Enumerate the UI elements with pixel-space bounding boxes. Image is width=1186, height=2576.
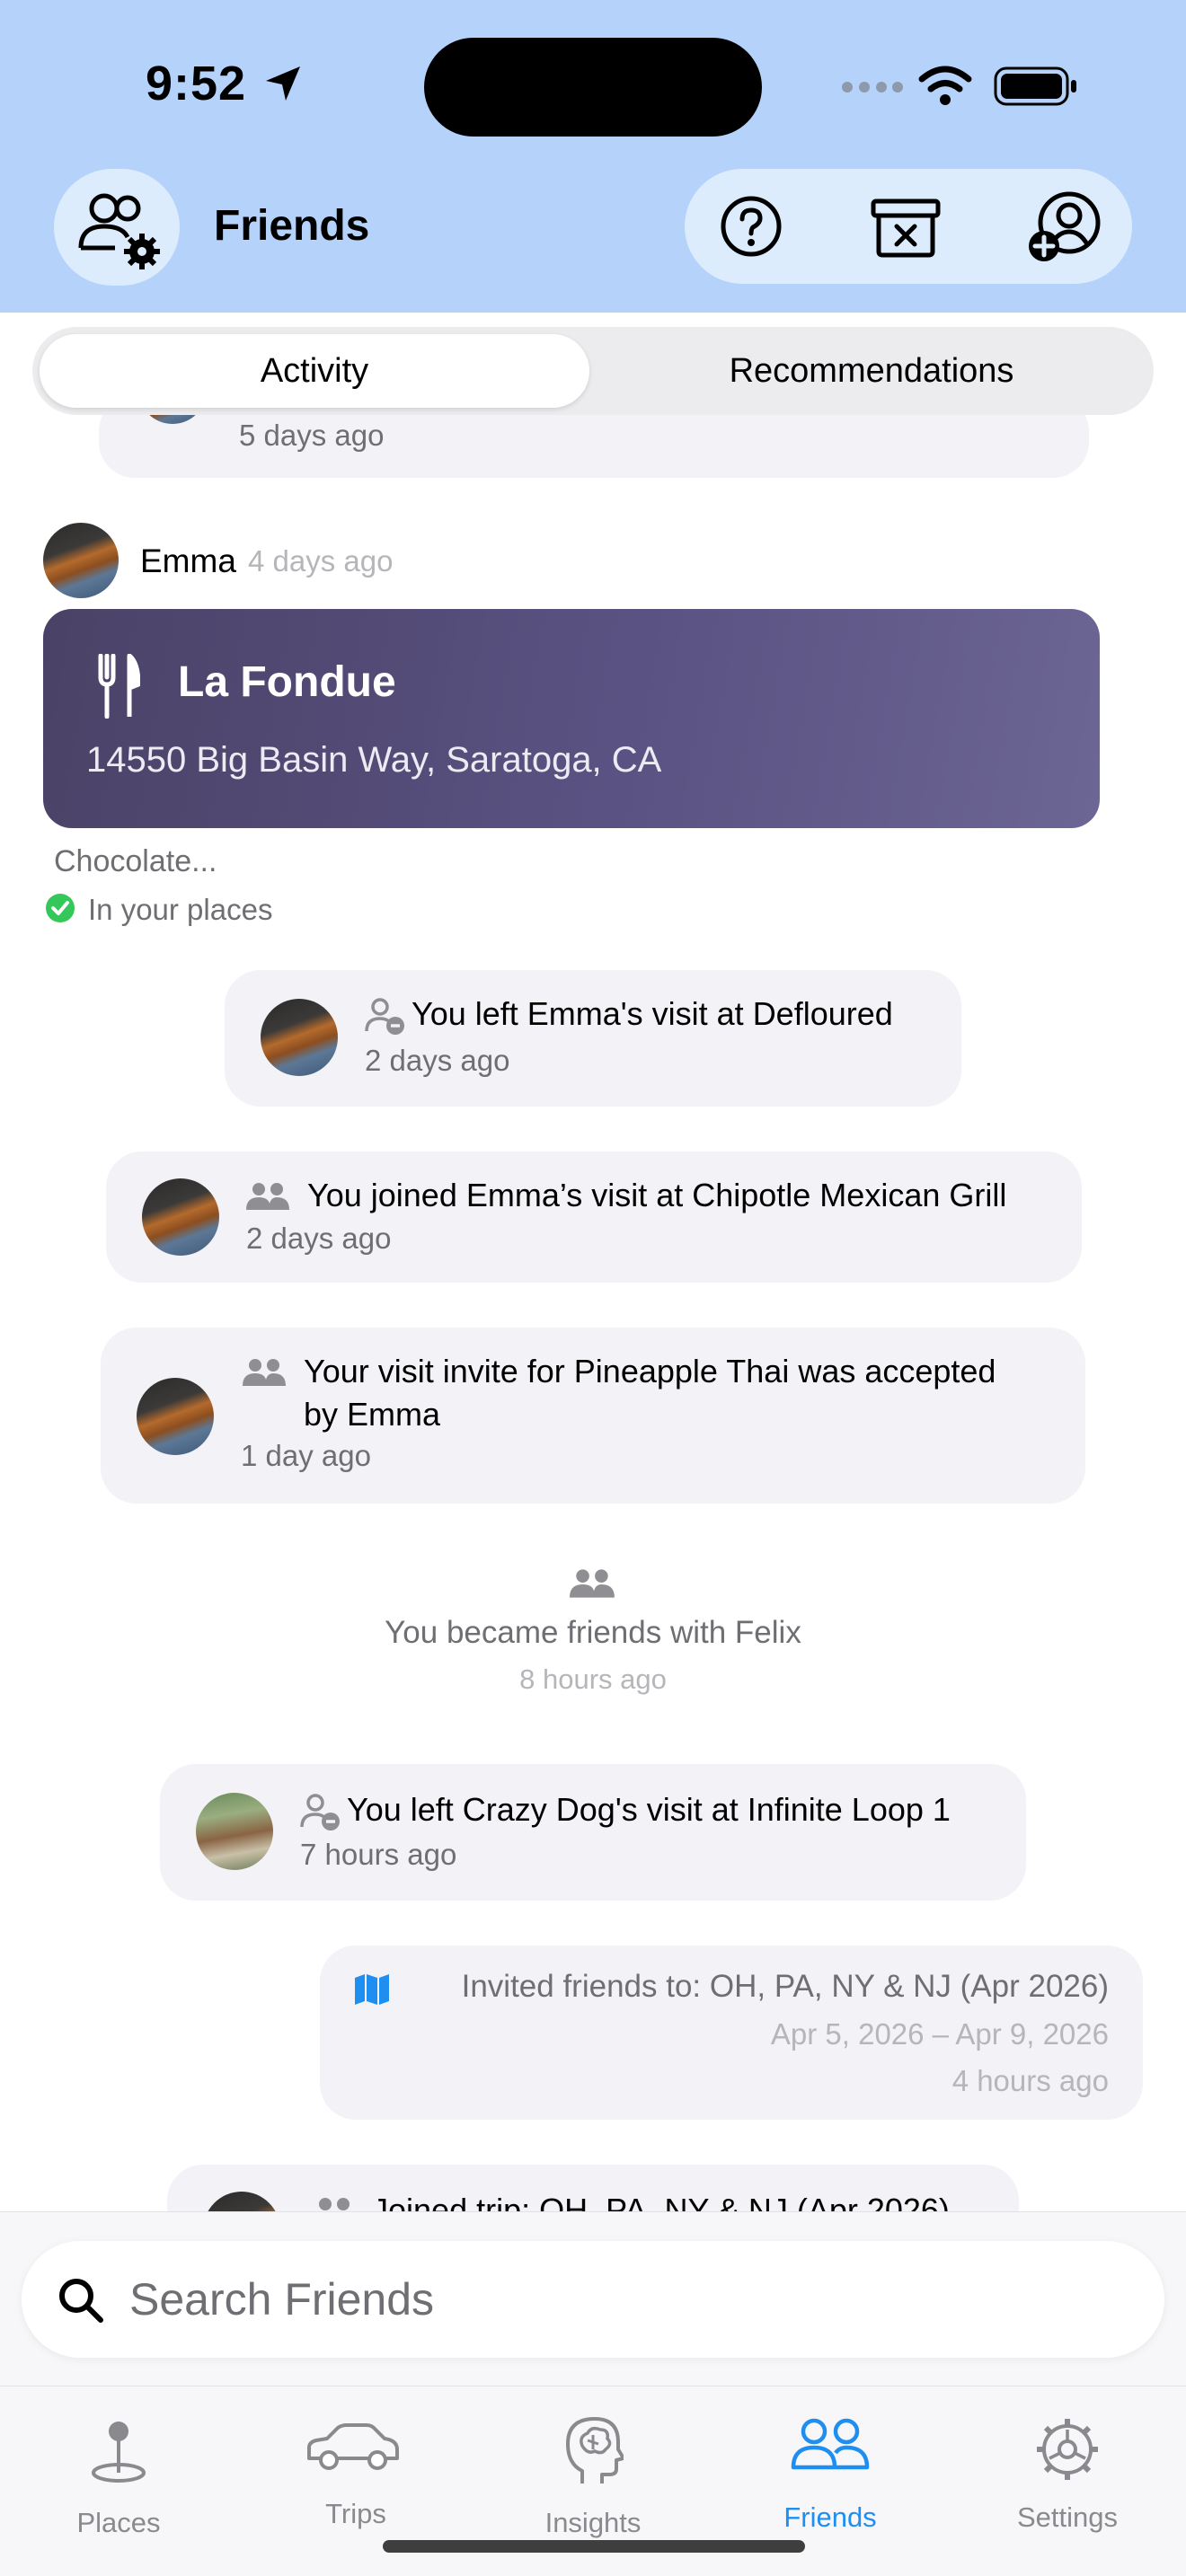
tab-label: Insights (544, 2507, 642, 2538)
search-bar-container: Search Friends (0, 2211, 1186, 2386)
tab-activity[interactable]: Activity (40, 327, 589, 415)
friendship-text: You became friends with Felix (385, 1615, 801, 1650)
header-bar: 9:52 Friends (0, 0, 1186, 313)
person-minus-icon (300, 1794, 340, 1831)
activity-text: You joined Emma’s visit at Chipotle Mexi… (307, 1177, 1007, 1213)
add-friend-icon[interactable] (1026, 189, 1103, 264)
activity-time: 2 days ago (365, 1044, 510, 1077)
avatar-emma[interactable] (43, 523, 119, 598)
tab-label: Trips (325, 2498, 386, 2529)
battery-icon (994, 66, 1076, 106)
avatar (142, 1178, 219, 1256)
search-input[interactable]: Search Friends (22, 2241, 1164, 2358)
activity-text: Joined trip: OH, PA, NY & NJ (Apr 2026) (372, 2192, 950, 2211)
cellular-signal-icon (842, 82, 903, 93)
tab-label: Places (76, 2507, 161, 2538)
help-icon[interactable] (719, 194, 783, 259)
two-people-icon (246, 1183, 289, 1210)
place-name: La Fondue (178, 658, 396, 706)
activity-card[interactable]: Your visit invite for Pineapple Thai was… (101, 1328, 1085, 1504)
activity-text: You left Crazy Dog's visit at Infinite L… (347, 1791, 951, 1828)
wifi-icon (918, 66, 972, 105)
activity-text: You left Emma's visit at Defloured (412, 995, 893, 1032)
friendship-time: 8 hours ago (519, 1663, 667, 1695)
status-time: 9:52 (146, 57, 247, 110)
two-people-icon (570, 1569, 615, 1598)
people-gear-icon (78, 193, 160, 269)
gear-icon (1037, 2419, 1098, 2480)
map-pin-icon (92, 2422, 146, 2483)
page-title: Friends (214, 202, 370, 250)
in-your-places-status: In your places (88, 893, 273, 926)
avatar (196, 1793, 273, 1870)
search-icon (59, 2279, 103, 2323)
trip-invite-card[interactable]: Invited friends to: OH, PA, NY & NJ (Apr… (320, 1945, 1143, 2120)
two-people-icon (243, 1359, 286, 1386)
car-icon (307, 2423, 399, 2470)
activity-time: 5 days ago (239, 419, 385, 452)
trip-invite-time: 4 hours ago (951, 2064, 1109, 2097)
archive-x-icon[interactable] (870, 196, 942, 259)
checkmark-circle-icon (46, 894, 75, 922)
tab-recommendations[interactable]: Recommendations (597, 327, 1146, 415)
avatar (203, 2192, 280, 2211)
tab-label: Settings (1016, 2501, 1118, 2533)
post-note: Chocolate... (54, 844, 217, 878)
fork-knife-icon (98, 654, 140, 719)
brain-head-icon (566, 2417, 624, 2483)
map-icon (355, 1974, 389, 2005)
avatar (261, 999, 338, 1076)
search-placeholder: Search Friends (129, 2274, 435, 2325)
activity-card[interactable]: You left Crazy Dog's visit at Infinite L… (160, 1764, 1026, 1901)
tab-places[interactable]: Places (0, 2386, 237, 2576)
activity-card[interactable]: You joined Emma’s visit at Chipotle Mexi… (106, 1151, 1082, 1283)
tab-settings[interactable]: Settings (949, 2386, 1186, 2576)
activity-time: 1 day ago (241, 1439, 371, 1472)
two-people-icon (319, 2198, 350, 2210)
activity-time: 7 hours ago (300, 1838, 457, 1871)
post-author[interactable]: Emma (140, 543, 236, 580)
activity-time: 2 days ago (246, 1222, 392, 1255)
avatar (137, 1378, 214, 1455)
header-actions (685, 169, 1132, 284)
person-minus-icon (365, 998, 404, 1035)
segmented-control: Activity Recommendations (32, 327, 1154, 415)
clipped-feed-region: Joined trip: OH, PA, NY & NJ (Apr 2026) (0, 2156, 1186, 2211)
activity-card[interactable]: You left Emma's visit at Defloured 2 day… (225, 970, 961, 1107)
location-arrow-icon (266, 66, 300, 101)
activity-text-line2: by Emma (304, 1396, 441, 1433)
activity-text-line1: Your visit invite for Pineapple Thai was… (304, 1353, 996, 1389)
tab-label: Friends (783, 2501, 877, 2533)
place-card[interactable]: La Fondue 14550 Big Basin Way, Saratoga,… (43, 609, 1100, 828)
post-time: 4 days ago (248, 544, 394, 578)
friend-settings-button[interactable] (54, 169, 180, 286)
place-address: 14550 Big Basin Way, Saratoga, CA (86, 740, 662, 780)
trip-invite-text: Invited friends to: OH, PA, NY & NJ (Apr… (461, 1969, 1109, 2004)
dynamic-island (424, 38, 762, 137)
trip-dates: Apr 5, 2026 – Apr 9, 2026 (770, 2017, 1109, 2051)
activity-card[interactable]: Joined trip: OH, PA, NY & NJ (Apr 2026) (167, 2165, 1019, 2211)
home-indicator (383, 2540, 805, 2553)
friends-icon (791, 2418, 870, 2470)
